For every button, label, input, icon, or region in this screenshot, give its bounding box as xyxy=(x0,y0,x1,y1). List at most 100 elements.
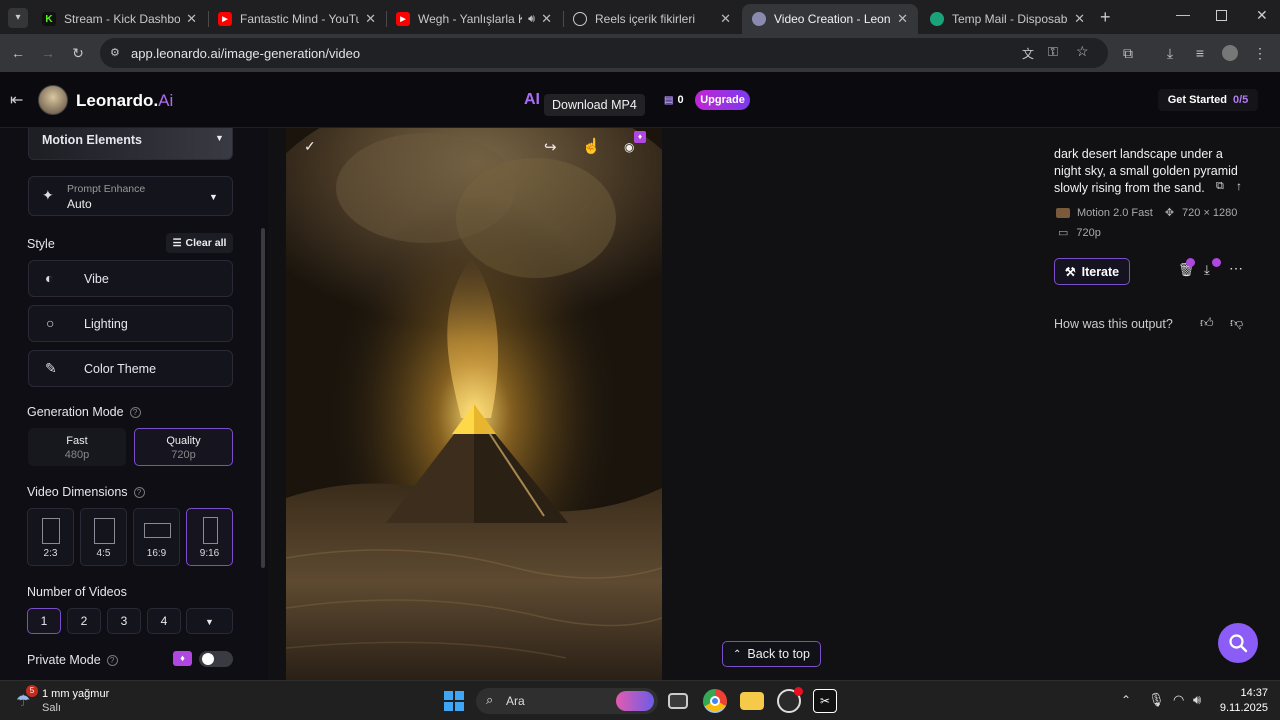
select-checkmark-icon[interactable]: ✓ xyxy=(304,138,316,155)
extensions-icon[interactable]: ⧉ xyxy=(1118,43,1138,63)
help-icon[interactable]: ? xyxy=(129,407,141,419)
address-bar[interactable]: ⚙ app.leonardo.ai/image-generation/video… xyxy=(100,38,1108,68)
forward-arrow-icon[interactable]: → xyxy=(38,43,58,63)
style-option-color-theme[interactable]: ✎ Color Theme xyxy=(28,350,233,387)
dimension-label: 2:3 xyxy=(43,548,58,559)
download-icon[interactable]: ⤓ xyxy=(1204,262,1210,278)
tab-chatgpt[interactable]: Reels içerik fikirleri ✕ xyxy=(563,4,741,34)
translate-icon[interactable]: 文 xyxy=(1022,45,1034,62)
video-count-1[interactable]: 1 xyxy=(27,608,61,634)
expand-arrow-icon[interactable]: ↑ xyxy=(1236,179,1242,193)
thumbs-down-icon[interactable]: 👎︎ xyxy=(1230,315,1243,331)
media-control-icon[interactable]: ≡ xyxy=(1190,43,1210,63)
microphone-icon[interactable]: 🎙︎ xyxy=(1148,692,1165,708)
search-fab-button[interactable] xyxy=(1218,623,1258,663)
upgrade-button[interactable]: Upgrade xyxy=(695,90,750,110)
iterate-button[interactable]: ⚒ Iterate xyxy=(1054,258,1130,285)
tab-kick[interactable]: K Stream - Kick Dashboard ✕ xyxy=(32,4,207,34)
windows-start-icon[interactable] xyxy=(442,689,466,713)
video-count-more-dropdown[interactable]: ▼ xyxy=(186,608,233,634)
leonardo-logo-icon[interactable] xyxy=(38,85,68,115)
tab-leonardo-video[interactable]: Video Creation - Leonardo ✕ xyxy=(742,4,918,34)
chevron-down-icon: ▼ xyxy=(215,133,224,143)
tab-temp-mail[interactable]: Temp Mail - Disposable Te ✕ xyxy=(920,4,1095,34)
mode-fast-button[interactable]: Fast 480p xyxy=(28,428,126,466)
new-tab-button[interactable]: + xyxy=(1100,7,1111,28)
windows-taskbar: ☂ 5 1 mm yağmur Salı ⌕ Ara ✂ ⌃ 🎙︎ ◠ 🔊︎ 1… xyxy=(0,680,1280,720)
chrome-menu-icon[interactable]: ⋮ xyxy=(1250,43,1270,63)
speaker-icon[interactable]: 🔊︎ xyxy=(528,13,535,26)
more-options-icon[interactable]: ⋯ xyxy=(1229,260,1243,277)
wifi-icon[interactable]: ◠ xyxy=(1173,692,1184,708)
close-window-button[interactable]: ✕ xyxy=(1256,7,1268,24)
desert-pyramid-video xyxy=(286,128,662,680)
token-icon: ▤ xyxy=(664,94,674,106)
collapse-sidebar-icon[interactable]: ⇤ xyxy=(10,90,23,110)
site-info-icon[interactable]: ⚙ xyxy=(110,46,122,59)
download-icon[interactable]: ⤓ xyxy=(1160,43,1180,63)
volume-icon[interactable]: 🔊︎ xyxy=(1193,692,1201,708)
sparkle-icon: ✦ xyxy=(42,187,54,203)
close-tab-icon[interactable]: ✕ xyxy=(897,11,908,27)
close-tab-icon[interactable]: ✕ xyxy=(186,11,197,27)
file-explorer-icon[interactable] xyxy=(740,692,764,710)
get-started-button[interactable]: Get Started 0/5 xyxy=(1158,89,1258,111)
weather-widget[interactable]: ☂ 5 1 mm yağmur Salı xyxy=(14,685,134,717)
video-dimensions-text: Video Dimensions xyxy=(27,485,128,499)
video-count-2[interactable]: 2 xyxy=(67,608,101,634)
private-mode-toggle[interactable] xyxy=(199,651,233,667)
close-tab-icon[interactable]: ✕ xyxy=(365,11,376,27)
app-icon-with-notification[interactable] xyxy=(777,687,803,713)
close-tab-icon[interactable]: ✕ xyxy=(541,11,552,27)
chrome-taskbar-icon[interactable] xyxy=(703,689,727,713)
back-to-top-button[interactable]: ⌃ Back to top xyxy=(722,641,821,667)
view-eye-icon[interactable]: ◉ xyxy=(624,140,634,154)
profile-avatar-icon[interactable] xyxy=(1220,43,1240,63)
copy-prompt-icon[interactable]: ⧉ xyxy=(1216,180,1224,193)
capcut-icon[interactable]: ✂ xyxy=(813,689,837,713)
tab-title: Temp Mail - Disposable Te xyxy=(952,12,1068,26)
video-count-3[interactable]: 3 xyxy=(107,608,141,634)
tab-youtube-fantastic-mind[interactable]: ▶ Fantastic Mind - YouTube ✕ xyxy=(208,4,386,34)
model-thumbnail-icon xyxy=(1056,207,1070,218)
share-icon[interactable]: ↪ xyxy=(544,138,557,156)
dimension-2-3[interactable]: 2:3 xyxy=(27,508,74,566)
style-option-vibe[interactable]: ◐ Vibe xyxy=(28,260,233,297)
app-header: ⇤ Leonardo.Ai AI Download MP4 ▤ 0 Upgrad… xyxy=(0,72,1280,128)
logo-text[interactable]: Leonardo.Ai xyxy=(76,91,173,111)
download-mp4-tooltip: Download MP4 xyxy=(544,94,645,116)
close-tab-icon[interactable]: ✕ xyxy=(1074,11,1085,27)
style-option-lighting[interactable]: ○ Lighting xyxy=(28,305,233,342)
search-icon xyxy=(1229,634,1248,653)
help-icon[interactable]: ? xyxy=(106,655,118,667)
tab-youtube-wegh[interactable]: ▶ Wegh - Yanlışlarla Karşı 🔊︎ ✕ xyxy=(386,4,562,34)
minimize-button[interactable]: — xyxy=(1176,6,1190,22)
dimension-4-5[interactable]: 4:5 xyxy=(80,508,127,566)
dimension-9-16[interactable]: 9:16 xyxy=(186,508,233,566)
close-tab-icon[interactable]: ✕ xyxy=(720,11,731,27)
clock[interactable]: 14:37 9.11.2025 xyxy=(1214,686,1268,716)
mode-quality-button[interactable]: Quality 720p xyxy=(134,428,233,466)
bookmark-star-icon[interactable]: ☆ xyxy=(1076,43,1089,60)
back-arrow-icon[interactable]: ← xyxy=(8,43,28,63)
motion-elements-dropdown[interactable]: Motion Elements ▼ xyxy=(28,128,233,160)
password-key-icon[interactable]: ⚿ xyxy=(1048,44,1058,60)
download-hand-icon[interactable]: ☝ xyxy=(582,137,601,155)
clear-all-button[interactable]: ☰ Clear all xyxy=(166,233,233,253)
help-icon[interactable]: ? xyxy=(133,487,145,499)
token-counter[interactable]: ▤ 0 xyxy=(656,89,690,111)
taskbar-search-box[interactable]: ⌕ Ara xyxy=(476,688,658,714)
tab-search-button[interactable]: ▾ xyxy=(8,8,28,28)
generated-video-preview[interactable]: ✓ ↪ ☝ ♦ ◉ xyxy=(286,128,662,680)
thumbs-up-icon[interactable]: 👍︎ xyxy=(1200,315,1214,331)
sidebar-scrollbar[interactable] xyxy=(261,228,265,568)
video-count-4[interactable]: 4 xyxy=(147,608,181,634)
dimension-16-9[interactable]: 16:9 xyxy=(133,508,180,566)
show-hidden-icons-chevron[interactable]: ⌃ xyxy=(1121,693,1131,707)
prompt-enhance-dropdown[interactable]: ✦ Prompt Enhance Auto ▼ xyxy=(28,176,233,216)
tooltip-text: Download MP4 xyxy=(552,98,637,112)
reload-icon[interactable]: ↻ xyxy=(68,43,88,63)
task-view-icon[interactable] xyxy=(668,693,688,709)
maximize-button[interactable] xyxy=(1216,10,1227,21)
resize-arrows-icon: ✥ xyxy=(1164,207,1175,219)
